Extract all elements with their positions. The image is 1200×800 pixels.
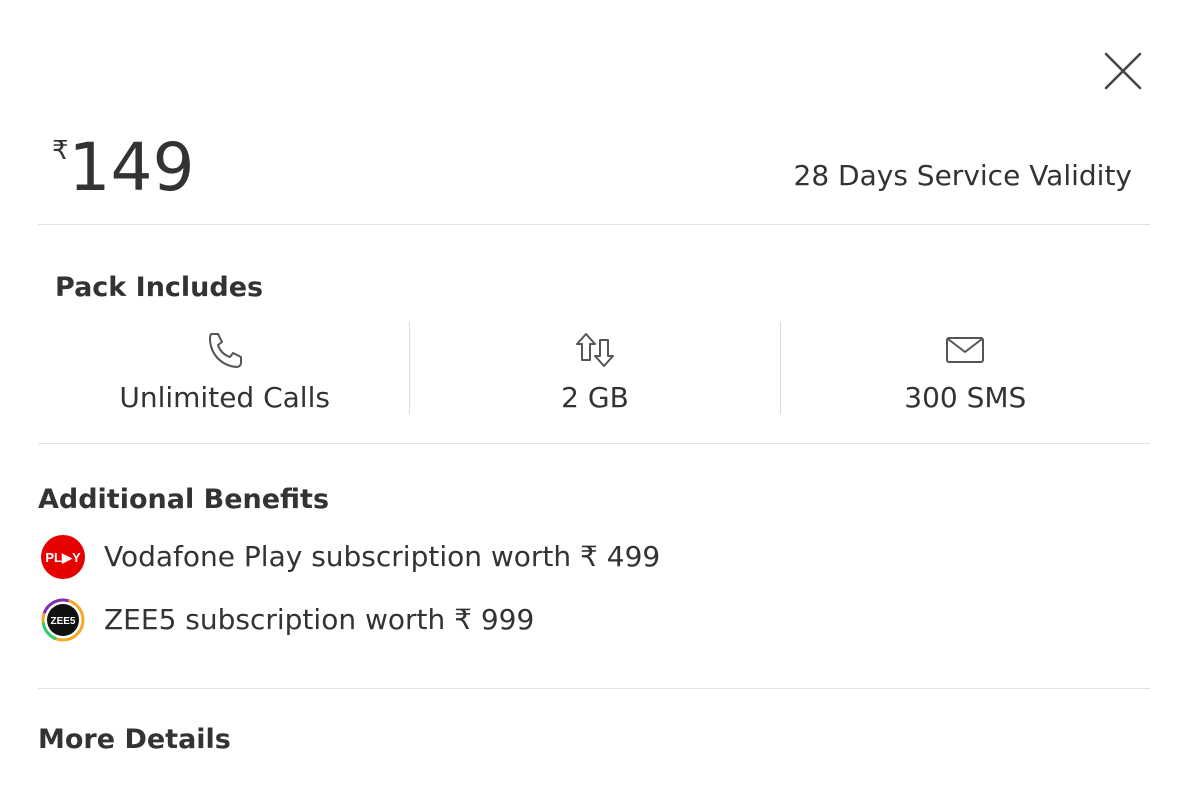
plan-details-modal: ₹ 149 28 Days Service Validity Pack Incl… — [0, 0, 1200, 800]
svg-text:ZEE5: ZEE5 — [50, 616, 75, 627]
pack-item-sms: 300 SMS — [781, 322, 1150, 416]
plan-price: ₹ 149 — [52, 128, 195, 208]
vodafone-play-logo: PL▶Y — [40, 534, 86, 580]
data-transfer-icon — [573, 330, 617, 370]
pack-item-label: Unlimited Calls — [119, 381, 330, 414]
service-validity: 28 Days Service Validity — [793, 159, 1133, 192]
phone-icon — [203, 330, 247, 370]
benefit-text: ZEE5 subscription worth ₹ 999 — [104, 603, 535, 636]
pack-includes-grid: Unlimited Calls 2 GB 300 SMS — [40, 322, 1150, 416]
divider — [38, 688, 1150, 689]
price-amount: 149 — [68, 129, 195, 206]
divider — [38, 443, 1150, 444]
additional-benefits-title: Additional Benefits — [38, 484, 330, 515]
close-button[interactable] — [1100, 48, 1146, 94]
benefit-vodafone-play[interactable]: PL▶Y Vodafone Play subscription worth ₹ … — [40, 534, 660, 580]
benefit-text: Vodafone Play subscription worth ₹ 499 — [104, 540, 661, 573]
pack-item-label: 2 GB — [561, 381, 629, 414]
pack-item-calls: Unlimited Calls — [40, 322, 409, 416]
benefit-zee5[interactable]: ZEE5 ZEE5 subscription worth ₹ 999 — [40, 597, 534, 643]
zee5-logo: ZEE5 — [40, 597, 86, 643]
currency-symbol: ₹ — [52, 136, 69, 166]
svg-text:PL▶Y: PL▶Y — [45, 550, 81, 565]
more-details-toggle[interactable]: More Details — [38, 722, 231, 758]
pack-item-data: 2 GB — [410, 322, 779, 416]
envelope-icon — [943, 330, 987, 370]
pack-includes-title: Pack Includes — [55, 272, 264, 303]
divider — [38, 224, 1150, 225]
pack-item-label: 300 SMS — [904, 381, 1027, 414]
close-icon — [1104, 52, 1142, 90]
